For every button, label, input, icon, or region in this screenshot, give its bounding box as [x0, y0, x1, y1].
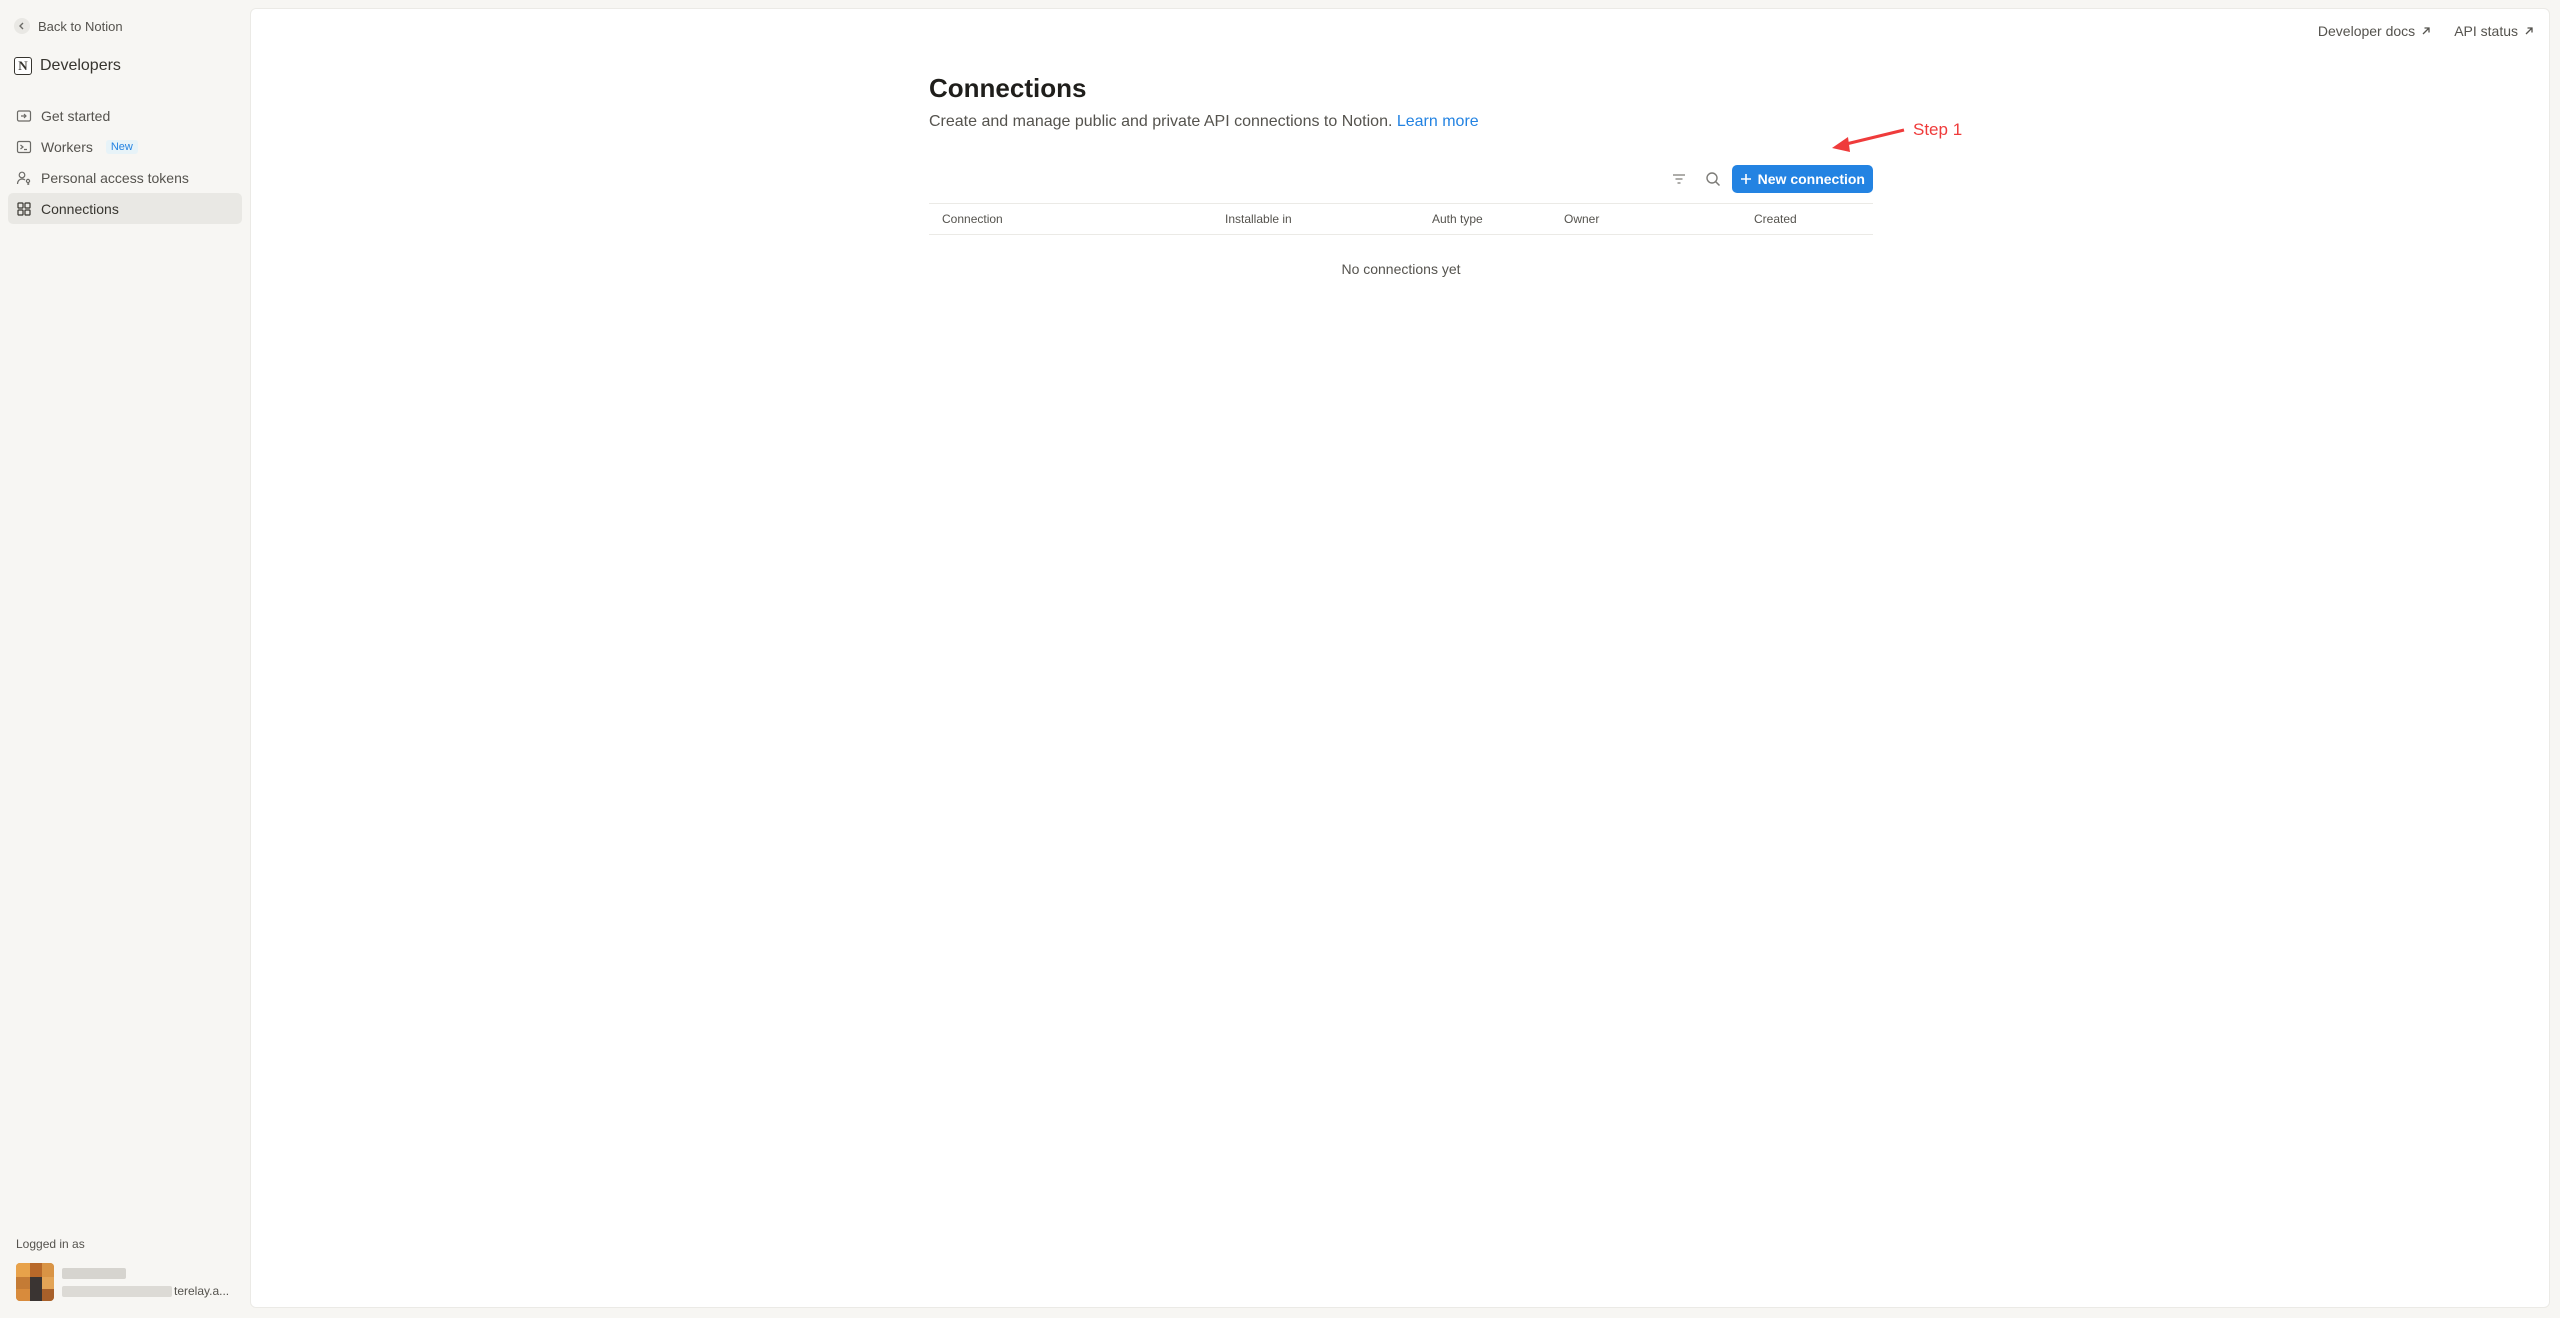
- user-key-icon: [16, 171, 31, 185]
- step-annotation: Step 1: [1828, 120, 1968, 160]
- api-status-link[interactable]: API status: [2454, 23, 2535, 39]
- user-info: terelay.a...: [62, 1262, 252, 1302]
- column-header-created[interactable]: Created: [1754, 212, 1797, 226]
- column-header-auth-type[interactable]: Auth type: [1432, 212, 1483, 226]
- search-icon[interactable]: [1703, 169, 1723, 189]
- table-header: Connection Installable in Auth type Owne…: [929, 203, 1873, 235]
- sidebar-item-personal-access-tokens[interactable]: Personal access tokens: [8, 162, 242, 193]
- column-header-installable-in[interactable]: Installable in: [1225, 212, 1292, 226]
- logged-in-label: Logged in as: [16, 1237, 85, 1251]
- annotation-arrow: [1832, 128, 1905, 152]
- enter-icon: [16, 109, 32, 122]
- learn-more-link[interactable]: Learn more: [1397, 113, 1479, 130]
- page-title: Connections: [929, 73, 1087, 103]
- sidebar-item-get-started[interactable]: Get started: [8, 100, 242, 131]
- external-link-icon: [2422, 27, 2430, 35]
- avatar: [16, 1263, 54, 1301]
- sidebar-item-label: Connections: [41, 200, 119, 217]
- developer-docs-link[interactable]: Developer docs: [2318, 23, 2432, 39]
- sidebar-item-label: Get started: [41, 107, 111, 124]
- plus-icon: [1740, 174, 1751, 184]
- developer-docs-label: Developer docs: [2317, 23, 2416, 39]
- page-subtitle: Create and manage public and private API…: [929, 113, 1873, 131]
- back-to-notion-link[interactable]: Back to Notion: [14, 16, 123, 36]
- connections-table: Connection Installable in Auth type Owne…: [929, 203, 1873, 277]
- connections-content: Connections Create and manage public and…: [929, 71, 1873, 277]
- column-header-connection[interactable]: Connection: [942, 212, 1003, 226]
- header-links: Developer docs API status: [2318, 23, 2535, 39]
- grid-icon: [17, 201, 31, 216]
- terminal-icon: [16, 140, 32, 153]
- external-link-icon: [2525, 27, 2533, 35]
- redacted-name: [62, 1268, 126, 1279]
- notion-logo-icon: N: [14, 57, 32, 75]
- empty-state-text: No connections yet: [1341, 261, 1461, 277]
- subtitle-text: Create and manage public and private API…: [929, 113, 1393, 130]
- sidebar-item-label: Workers: [41, 138, 93, 155]
- sidebar-item-connections[interactable]: Connections: [8, 193, 242, 224]
- sidebar-item-workers[interactable]: Workers New: [8, 131, 242, 162]
- brand: N Developers: [14, 54, 121, 78]
- back-link-label: Back to Notion: [38, 18, 123, 34]
- sidebar-nav: Get started Workers New Personal access …: [8, 100, 242, 224]
- api-status-label: API status: [2454, 23, 2518, 39]
- sidebar: Back to Notion N Developers Get started …: [0, 0, 250, 1318]
- user-account[interactable]: terelay.a...: [16, 1262, 252, 1302]
- step-label: Step 1: [1913, 120, 1963, 139]
- email-tail: terelay.a...: [174, 1284, 230, 1298]
- new-connection-button[interactable]: New connection: [1731, 165, 1873, 193]
- new-connection-label: New connection: [1757, 171, 1865, 187]
- chevron-left-icon: [14, 18, 30, 34]
- table-toolbar: New connection: [929, 165, 1873, 193]
- brand-title: Developers: [40, 57, 121, 74]
- column-header-owner[interactable]: Owner: [1564, 212, 1599, 226]
- main-panel: Developer docs API status Connections Cr…: [250, 8, 2550, 1308]
- sidebar-item-label: Personal access tokens: [41, 169, 189, 186]
- redacted-email: [62, 1286, 172, 1297]
- new-badge: New: [105, 139, 138, 154]
- filter-icon[interactable]: [1669, 169, 1689, 189]
